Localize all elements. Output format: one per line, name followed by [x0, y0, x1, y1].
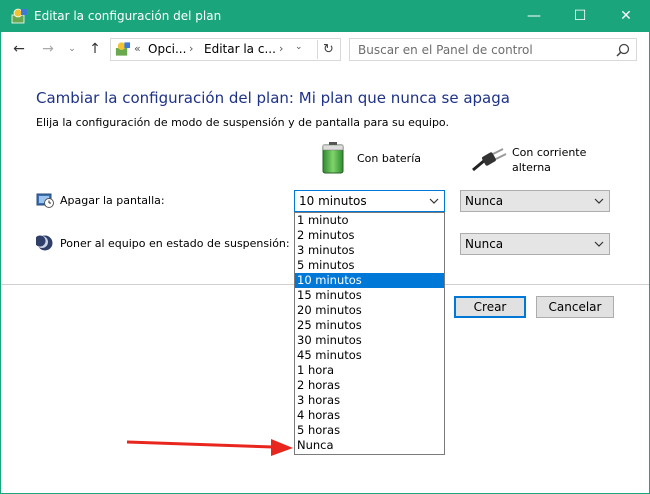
breadcrumb-separator-icon[interactable]: › [279, 42, 283, 55]
recent-locations-chevron-icon[interactable]: ⌄ [63, 40, 81, 58]
display-clock-icon [36, 193, 54, 208]
search-icon[interactable] [616, 43, 630, 57]
maximize-button[interactable]: ☐ [557, 1, 603, 32]
search-input[interactable]: Buscar en el Panel de control [349, 38, 637, 61]
page-title: Cambiar la configuración del plan: Mi pl… [36, 89, 510, 107]
page-subtitle: Elija la configuración de modo de suspen… [36, 116, 449, 129]
chevron-down-icon [594, 198, 604, 204]
address-bar[interactable]: « Opci... › Editar la c... › ⌄ ↻ [110, 38, 341, 61]
up-arrow-icon[interactable]: ↑ [86, 40, 104, 58]
battery-column-label: Con batería [357, 152, 422, 165]
dropdown-option[interactable]: 2 minutos [295, 228, 444, 243]
dropdown-option[interactable]: 4 horas [295, 408, 444, 423]
power-plug-icon [472, 148, 507, 172]
forward-arrow-icon[interactable]: → [39, 40, 57, 58]
navigation-bar: ← → ⌄ ↑ « Opci... › Editar la c... › ⌄ ↻… [1, 32, 649, 66]
turn-off-display-label: Apagar la pantalla: [60, 194, 165, 207]
display-off-battery-select[interactable]: 10 minutos [294, 190, 445, 212]
chevron-down-icon [429, 198, 439, 204]
address-dropdown-icon[interactable]: ⌄ [295, 42, 303, 52]
dropdown-option[interactable]: 10 minutos [295, 273, 444, 288]
sleep-label: Poner al equipo en estado de suspensión: [60, 237, 290, 250]
display-off-ac-value: Nunca [465, 194, 504, 208]
display-off-battery-value: 10 minutos [299, 194, 367, 208]
breadcrumb-power-options[interactable]: Opci... [148, 42, 186, 56]
dropdown-option[interactable]: 1 minuto [295, 213, 444, 228]
dropdown-option[interactable]: 15 minutos [295, 288, 444, 303]
dropdown-option[interactable]: 1 hora [295, 363, 444, 378]
control-panel-icon [11, 8, 27, 24]
breadcrumb-overflow-icon[interactable]: « [134, 42, 141, 55]
dropdown-option[interactable]: 5 horas [295, 423, 444, 438]
chevron-down-icon [594, 241, 604, 247]
dropdown-option[interactable]: Nunca [295, 438, 444, 453]
search-placeholder: Buscar en el Panel de control [358, 43, 533, 57]
display-off-dropdown-list[interactable]: 1 minuto 2 minutos 3 minutos 5 minutos 10 mi… [294, 212, 445, 455]
close-button[interactable]: ✕ [603, 1, 649, 32]
control-panel-icon [115, 42, 131, 56]
dropdown-option[interactable]: 2 horas [295, 378, 444, 393]
breadcrumb-edit-plan[interactable]: Editar la c... [204, 42, 276, 56]
back-arrow-icon[interactable]: ← [10, 40, 28, 58]
dropdown-option[interactable]: 25 minutos [295, 318, 444, 333]
display-off-ac-select[interactable]: Nunca [460, 190, 610, 212]
sleep-ac-select[interactable]: Nunca [460, 233, 610, 255]
title-bar[interactable]: Editar la configuración del plan — ☐ ✕ [1, 1, 649, 32]
battery-icon [322, 142, 344, 174]
cancel-button[interactable]: Cancelar [536, 296, 614, 318]
dropdown-option[interactable]: 20 minutos [295, 303, 444, 318]
sleep-ac-value: Nunca [465, 237, 504, 251]
breadcrumb-separator-icon[interactable]: › [189, 42, 193, 55]
edit-plan-settings-window: Editar la configuración del plan — ☐ ✕ ←… [0, 0, 650, 494]
red-arrow-annotation [126, 439, 293, 456]
dropdown-option[interactable]: 3 minutos [295, 243, 444, 258]
dropdown-option[interactable]: 45 minutos [295, 348, 444, 363]
sleep-moon-icon [36, 235, 53, 251]
dropdown-option[interactable]: 5 minutos [295, 258, 444, 273]
create-button[interactable]: Crear [454, 296, 526, 318]
ac-column-label: Con corriente alterna [512, 146, 587, 174]
window-title: Editar la configuración del plan [34, 9, 222, 23]
dropdown-option[interactable]: 3 horas [295, 393, 444, 408]
dropdown-option[interactable]: 30 minutos [295, 333, 444, 348]
refresh-icon[interactable]: ↻ [317, 40, 339, 59]
minimize-button[interactable]: — [511, 1, 557, 32]
